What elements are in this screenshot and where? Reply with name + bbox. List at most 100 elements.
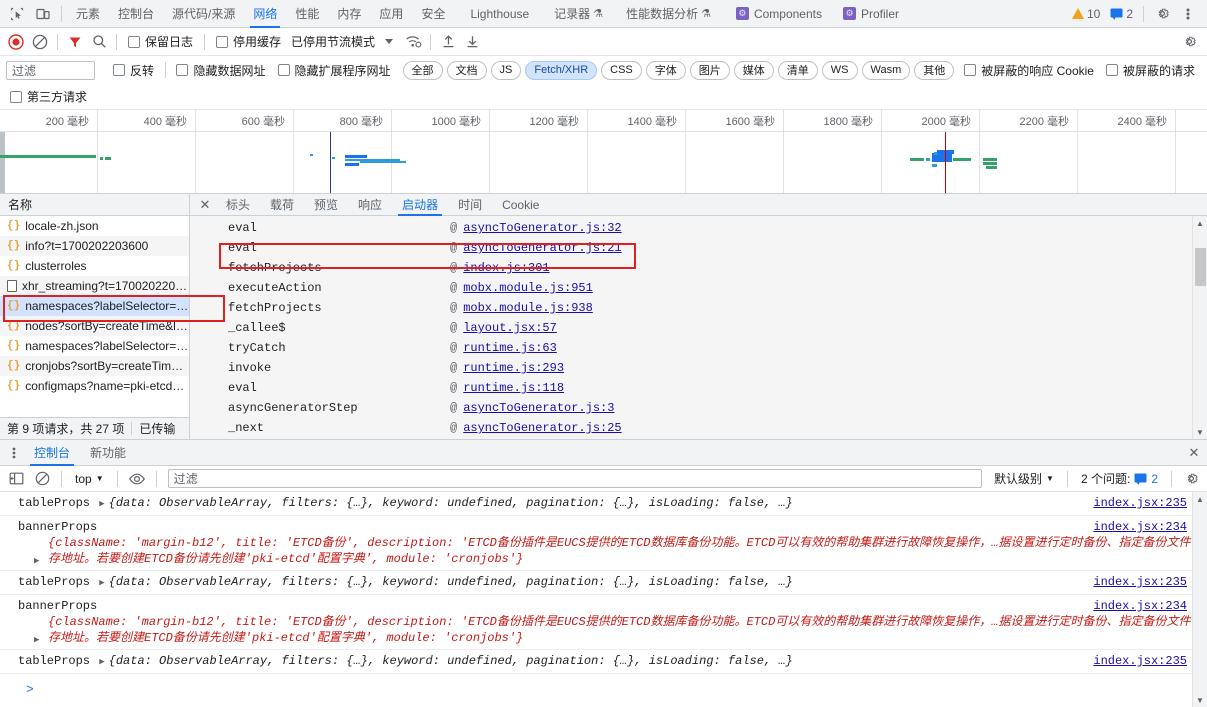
record-stop-icon[interactable] bbox=[4, 30, 28, 54]
warnings-badge[interactable]: 10 bbox=[1067, 7, 1105, 21]
message-source-link[interactable]: index.jsx:234 bbox=[1093, 519, 1187, 535]
stack-location-link[interactable]: index.js:301 bbox=[463, 261, 549, 275]
tab-console[interactable]: 控制台 bbox=[109, 0, 163, 28]
filter-input[interactable]: 过滤 bbox=[6, 60, 95, 80]
execution-context-select[interactable]: top ▼ bbox=[69, 472, 110, 486]
export-har-icon[interactable] bbox=[460, 30, 484, 54]
expand-triangle-icon[interactable]: ▶ bbox=[99, 496, 104, 512]
issues-badge[interactable]: 2 bbox=[1105, 7, 1138, 21]
tab-performance-insights[interactable]: 性能数据分析 ⚗ bbox=[612, 0, 720, 28]
scroll-up-arrow-icon[interactable]: ▲ bbox=[1193, 492, 1207, 506]
overview-left-handle[interactable] bbox=[0, 132, 5, 193]
message-source-link[interactable]: index.jsx:235 bbox=[1093, 574, 1187, 590]
type-chip-font[interactable]: 字体 bbox=[645, 60, 686, 80]
message-source-link[interactable]: index.jsx:234 bbox=[1093, 598, 1187, 614]
chevron-down-icon[interactable] bbox=[385, 39, 394, 44]
stack-frame[interactable]: _next @ asyncToGenerator.js:25 bbox=[190, 418, 1207, 438]
device-toolbar-icon[interactable] bbox=[30, 2, 56, 26]
stack-location-link[interactable]: asyncToGenerator.js:32 bbox=[463, 221, 621, 235]
request-row-namespaces-2[interactable]: {} namespaces?labelSelector=… bbox=[0, 336, 189, 356]
scrollbar-thumb[interactable] bbox=[1195, 248, 1206, 286]
type-chip-img[interactable]: 图片 bbox=[689, 60, 730, 80]
console-sidebar-icon[interactable] bbox=[4, 467, 28, 491]
stack-frame[interactable]: asyncGeneratorStep @ asyncToGenerator.js… bbox=[190, 398, 1207, 418]
console-message-bannerprops[interactable]: bannerProps ▶ {className: 'margin-b12', … bbox=[0, 595, 1207, 650]
message-source-link[interactable]: index.jsx:235 bbox=[1093, 495, 1187, 511]
stack-location-link[interactable]: asyncToGenerator.js:21 bbox=[463, 241, 621, 255]
stack-frame[interactable]: _callee$ @ layout.jsx:57 bbox=[190, 318, 1207, 338]
type-chip-all[interactable]: 全部 bbox=[402, 60, 443, 80]
stack-frame[interactable]: invoke @ runtime.js:293 bbox=[190, 358, 1207, 378]
inspect-element-icon[interactable] bbox=[4, 2, 30, 26]
tab-response[interactable]: 响应 bbox=[348, 194, 392, 216]
drawer-tab-console[interactable]: 控制台 bbox=[24, 440, 80, 466]
filter-funnel-icon[interactable] bbox=[63, 30, 87, 54]
scroll-up-arrow-icon[interactable]: ▲ bbox=[1193, 216, 1207, 230]
type-chip-js[interactable]: JS bbox=[490, 60, 522, 80]
expand-triangle-icon[interactable]: ▶ bbox=[34, 553, 39, 569]
disable-cache-checkbox[interactable]: 停用缓存 bbox=[210, 33, 287, 50]
console-message-tableprops[interactable]: tableProps ▶ {data: ObservableArray, filt… bbox=[0, 650, 1207, 674]
console-filter-input[interactable]: 过滤 bbox=[167, 469, 983, 488]
type-chip-doc[interactable]: 文档 bbox=[446, 60, 487, 80]
invert-checkbox[interactable]: 反转 bbox=[107, 62, 160, 79]
search-icon[interactable] bbox=[87, 30, 111, 54]
type-chip-media[interactable]: 媒体 bbox=[733, 60, 774, 80]
request-row-locale-zh[interactable]: {} locale-zh.json bbox=[0, 216, 189, 236]
tab-lighthouse[interactable]: Lighthouse bbox=[454, 0, 538, 28]
tab-payload[interactable]: 载荷 bbox=[260, 194, 304, 216]
request-row-cronjobs[interactable]: {} cronjobs?sortBy=createTim… bbox=[0, 356, 189, 376]
type-chip-ws[interactable]: WS bbox=[821, 60, 858, 80]
stack-location-link[interactable]: layout.jsx:57 bbox=[463, 321, 557, 335]
import-har-icon[interactable] bbox=[436, 30, 460, 54]
stack-frame[interactable]: eval @ asyncToGenerator.js:32 bbox=[190, 218, 1207, 238]
tab-timing[interactable]: 时间 bbox=[448, 194, 492, 216]
gear-icon[interactable] bbox=[1179, 467, 1203, 491]
preserve-log-checkbox[interactable]: 保留日志 bbox=[122, 33, 199, 50]
gear-icon[interactable] bbox=[1177, 30, 1201, 54]
tab-initiator[interactable]: 启动器 bbox=[392, 194, 448, 216]
request-list-header[interactable]: 名称 bbox=[0, 194, 189, 216]
live-expression-icon[interactable] bbox=[125, 467, 149, 491]
tab-profiler[interactable]: ⚙ Profiler bbox=[831, 0, 908, 28]
close-icon[interactable]: ✕ bbox=[194, 197, 216, 213]
stack-location-link[interactable]: mobx.module.js:938 bbox=[463, 301, 593, 315]
clear-icon[interactable] bbox=[28, 30, 52, 54]
expand-triangle-icon[interactable]: ▶ bbox=[99, 654, 104, 670]
console-message-bannerprops[interactable]: bannerProps ▶ {className: 'margin-b12', … bbox=[0, 516, 1207, 571]
stack-frame-fetchprojects-highlighted[interactable]: fetchProjects @ index.js:301 bbox=[190, 258, 1207, 278]
gear-icon[interactable] bbox=[1149, 2, 1175, 26]
detail-vertical-scrollbar[interactable]: ▲ ▼ bbox=[1192, 216, 1207, 439]
tab-cookies[interactable]: Cookie bbox=[492, 194, 549, 216]
request-row-clusterroles[interactable]: {} clusterroles bbox=[0, 256, 189, 276]
stack-location-link[interactable]: asyncToGenerator.js:25 bbox=[463, 421, 621, 435]
blocked-requests-checkbox[interactable]: 被屏蔽的请求 bbox=[1100, 62, 1201, 79]
blocked-cookies-checkbox[interactable]: 被屏蔽的响应 Cookie bbox=[958, 62, 1100, 79]
tab-memory[interactable]: 内存 bbox=[328, 0, 370, 28]
tab-components[interactable]: ⚙ Components bbox=[720, 0, 831, 28]
expand-triangle-icon[interactable]: ▶ bbox=[99, 575, 104, 591]
stack-frame[interactable]: tryCatch @ runtime.js:63 bbox=[190, 338, 1207, 358]
request-row-configmaps[interactable]: {} configmaps?name=pki-etcd… bbox=[0, 376, 189, 396]
third-party-checkbox[interactable]: 第三方请求 bbox=[6, 88, 93, 105]
tab-sources[interactable]: 源代码/来源 bbox=[163, 0, 244, 28]
drawer-tab-whats-new[interactable]: 新功能 bbox=[80, 440, 136, 466]
request-row-xhr-streaming[interactable]: xhr_streaming?t=170020220… bbox=[0, 276, 189, 296]
stack-frame[interactable]: fetchProjects @ mobx.module.js:938 bbox=[190, 298, 1207, 318]
tab-elements[interactable]: 元素 bbox=[67, 0, 109, 28]
close-icon[interactable]: ✕ bbox=[1181, 445, 1207, 461]
expand-triangle-icon[interactable]: ▶ bbox=[34, 632, 39, 648]
console-issues-badge[interactable]: 2 个问题: 2 bbox=[1075, 470, 1164, 487]
tab-recorder[interactable]: 记录器 ⚗ bbox=[538, 0, 612, 28]
request-row-info[interactable]: {} info?t=1700202203600 bbox=[0, 236, 189, 256]
tab-application[interactable]: 应用 bbox=[370, 0, 412, 28]
stack-location-link[interactable]: runtime.js:118 bbox=[463, 381, 564, 395]
network-overview-timeline[interactable]: 200 毫秒 400 毫秒 600 毫秒 800 毫秒 1000 毫秒 1200… bbox=[0, 110, 1207, 194]
type-chip-manifest[interactable]: 清单 bbox=[777, 60, 818, 80]
network-conditions-icon[interactable] bbox=[401, 30, 425, 54]
throttling-select[interactable]: 已停用节流模式 bbox=[287, 33, 375, 50]
console-message-tableprops[interactable]: tableProps ▶ {data: ObservableArray, filt… bbox=[0, 492, 1207, 516]
type-chip-wasm[interactable]: Wasm bbox=[861, 60, 911, 80]
tab-security[interactable]: 安全 bbox=[412, 0, 454, 28]
console-vertical-scrollbar[interactable]: ▲ ▼ bbox=[1192, 492, 1207, 707]
